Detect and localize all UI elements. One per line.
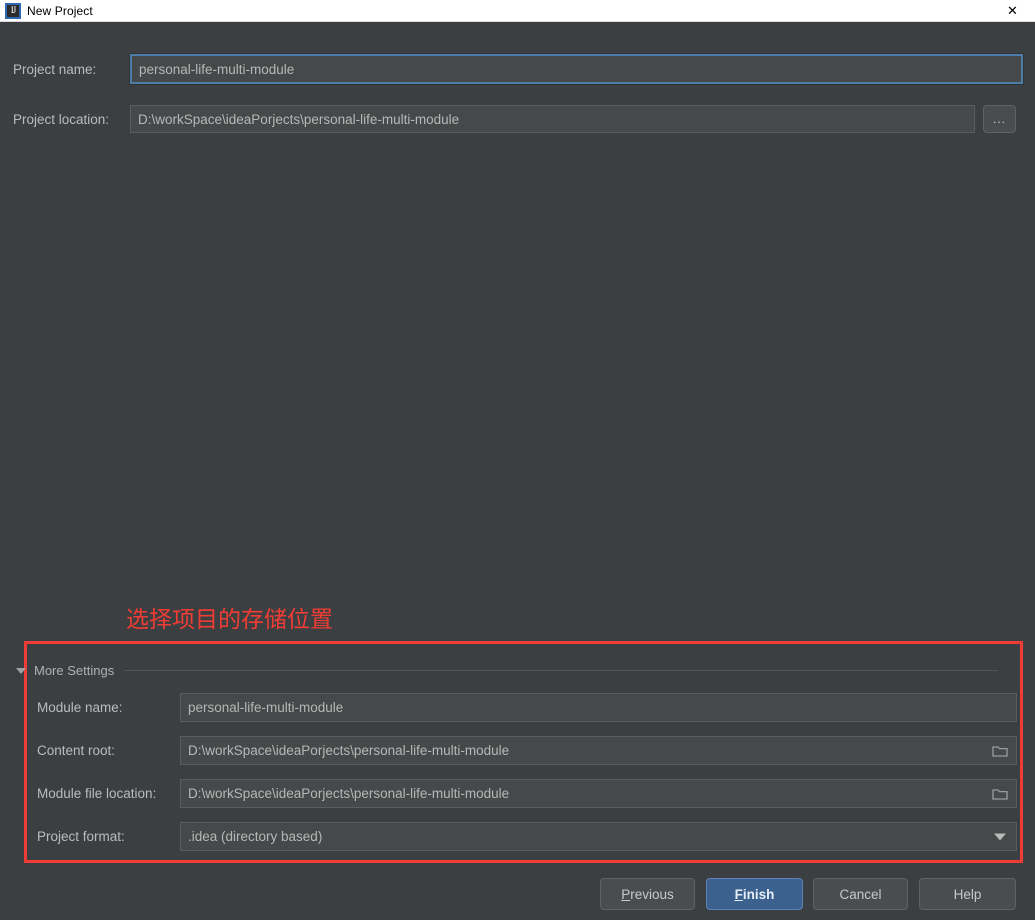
folder-icon[interactable] xyxy=(992,787,1008,800)
title-bar: IJ New Project ✕ xyxy=(0,0,1035,22)
project-format-label: Project format: xyxy=(37,829,180,844)
content-root-row: Content root: D:\workSpace\ideaPorjects\… xyxy=(37,736,1017,765)
project-location-input[interactable]: D:\workSpace\ideaPorjects\personal-life-… xyxy=(130,105,975,133)
module-name-row: Module name: personal-life-multi-module xyxy=(37,693,1017,722)
project-location-label: Project location: xyxy=(13,112,130,127)
module-file-location-label: Module file location: xyxy=(37,786,180,801)
module-name-label: Module name: xyxy=(37,700,180,715)
module-file-location-row: Module file location: D:\workSpace\ideaP… xyxy=(37,779,1017,808)
more-settings-panel: More Settings Module name: personal-life… xyxy=(0,655,1035,865)
finish-button[interactable]: Finish xyxy=(706,878,803,910)
annotation-text: 选择项目的存储位置 xyxy=(126,600,333,634)
project-format-value: .idea (directory based) xyxy=(188,829,322,844)
content-root-value: D:\workSpace\ideaPorjects\personal-life-… xyxy=(188,743,509,758)
content-root-label: Content root: xyxy=(37,743,180,758)
previous-mnemonic: P xyxy=(621,887,630,902)
more-settings-title: More Settings xyxy=(34,663,114,678)
new-project-dialog: IJ New Project ✕ Project name: personal-… xyxy=(0,0,1035,920)
finish-label-rest: inish xyxy=(743,887,775,902)
finish-mnemonic: F xyxy=(735,887,743,902)
chevron-down-icon[interactable] xyxy=(16,668,26,674)
intellij-idea-icon: IJ xyxy=(5,3,21,19)
module-file-location-input[interactable]: D:\workSpace\ideaPorjects\personal-life-… xyxy=(180,779,1017,808)
project-format-row: Project format: .idea (directory based) xyxy=(37,822,1017,851)
project-name-input[interactable]: personal-life-multi-module xyxy=(130,54,1023,84)
project-name-row: Project name: personal-life-multi-module xyxy=(13,54,1023,84)
previous-button[interactable]: Previous xyxy=(600,878,695,910)
cancel-button[interactable]: Cancel xyxy=(813,878,908,910)
previous-label-rest: revious xyxy=(630,887,674,902)
module-file-location-value: D:\workSpace\ideaPorjects\personal-life-… xyxy=(188,786,509,801)
section-divider xyxy=(124,670,998,671)
folder-icon[interactable] xyxy=(992,744,1008,757)
module-name-input[interactable]: personal-life-multi-module xyxy=(180,693,1017,722)
project-name-label: Project name: xyxy=(13,62,130,77)
project-location-browse-button[interactable]: ... xyxy=(983,105,1016,133)
more-settings-header[interactable]: More Settings xyxy=(16,663,1016,678)
window-title: New Project xyxy=(27,4,93,18)
dialog-button-bar: Previous Finish Cancel Help xyxy=(0,875,1035,920)
close-icon[interactable]: ✕ xyxy=(990,0,1035,21)
project-format-select[interactable]: .idea (directory based) xyxy=(180,822,1017,851)
content-root-input[interactable]: D:\workSpace\ideaPorjects\personal-life-… xyxy=(180,736,1017,765)
project-location-row: Project location: D:\workSpace\ideaPorje… xyxy=(13,105,1023,133)
help-button[interactable]: Help xyxy=(919,878,1016,910)
chevron-down-icon[interactable] xyxy=(994,833,1006,840)
